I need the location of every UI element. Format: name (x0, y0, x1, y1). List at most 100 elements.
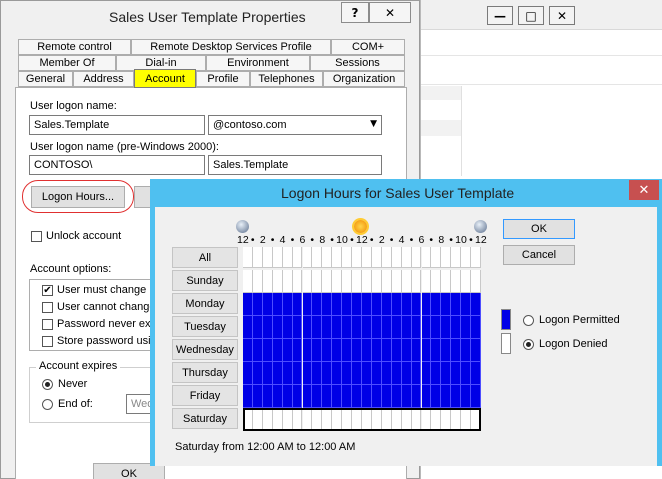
hour-cell[interactable] (252, 293, 263, 316)
hour-cell[interactable] (451, 270, 462, 293)
day-button-friday[interactable]: Friday (172, 385, 238, 406)
hour-cell[interactable] (262, 385, 273, 408)
pre2000-name-input[interactable]: Sales.Template (208, 155, 382, 175)
hour-cell[interactable] (421, 293, 432, 316)
hour-cell[interactable] (431, 293, 442, 316)
hour-cell[interactable] (391, 316, 402, 339)
hour-cell[interactable] (391, 270, 402, 293)
hour-cell[interactable] (243, 293, 253, 316)
hour-cell[interactable] (411, 316, 422, 339)
hour-cell[interactable] (461, 362, 472, 385)
hour-cell[interactable] (243, 339, 253, 362)
hour-cell[interactable] (451, 339, 462, 362)
hour-cell[interactable] (302, 316, 313, 339)
hour-cell[interactable] (471, 385, 481, 408)
hour-cell[interactable] (262, 293, 273, 316)
hour-cell[interactable] (421, 385, 432, 408)
hour-cell[interactable] (332, 316, 343, 339)
hour-cell[interactable] (282, 339, 293, 362)
hour-cell[interactable] (461, 339, 472, 362)
hour-cell[interactable] (441, 385, 452, 408)
option-checkbox[interactable]: ✔ (42, 285, 53, 296)
restore-button[interactable]: □ (518, 6, 544, 25)
hour-cell[interactable] (243, 270, 253, 293)
hour-cell[interactable] (342, 385, 353, 408)
ok-button[interactable]: OK (503, 219, 575, 239)
hour-cell[interactable] (411, 362, 422, 385)
hour-cell[interactable] (362, 293, 372, 316)
never-radio[interactable] (42, 379, 53, 390)
hour-column-button[interactable] (471, 247, 481, 268)
tab-member-of[interactable]: Member Of (18, 55, 116, 71)
hour-cell[interactable] (381, 293, 392, 316)
hour-cell[interactable] (272, 385, 283, 408)
hour-cell[interactable] (243, 385, 253, 408)
end-of-date-field[interactable]: Wed (126, 394, 153, 414)
hour-cell[interactable] (302, 339, 313, 362)
day-button-saturday[interactable]: Saturday (172, 408, 238, 429)
hour-cell[interactable] (322, 362, 333, 385)
hour-cell[interactable] (362, 316, 372, 339)
tab-telephones[interactable]: Telephones (250, 71, 323, 87)
hour-column-button[interactable] (371, 247, 382, 268)
hour-cell[interactable] (441, 316, 452, 339)
hour-cell[interactable] (411, 385, 422, 408)
end-of-radio[interactable] (42, 399, 53, 410)
tab-environment[interactable]: Environment (206, 55, 310, 71)
hour-cell[interactable] (282, 316, 293, 339)
hour-column-button[interactable] (461, 247, 472, 268)
hour-cell[interactable] (371, 362, 382, 385)
hour-column-button[interactable] (411, 247, 422, 268)
logon-name-input[interactable]: Sales.Template (29, 115, 205, 135)
hour-cell[interactable] (352, 293, 362, 316)
hour-cell[interactable] (282, 385, 293, 408)
hour-cell[interactable] (292, 270, 303, 293)
hour-cell[interactable] (451, 362, 462, 385)
hour-cell[interactable] (451, 293, 462, 316)
tab-remote-desktop-services-profile[interactable]: Remote Desktop Services Profile (131, 39, 331, 55)
option-checkbox[interactable] (42, 302, 53, 313)
tab-com-plus[interactable]: COM+ (331, 39, 405, 55)
hour-column-button[interactable] (332, 247, 343, 268)
tab-remote-control[interactable]: Remote control (18, 39, 131, 55)
hour-cell[interactable] (243, 362, 253, 385)
hour-cell[interactable] (252, 270, 263, 293)
hour-cell[interactable] (441, 293, 452, 316)
hour-cell[interactable] (252, 385, 263, 408)
hour-cell[interactable] (371, 316, 382, 339)
hour-cell[interactable] (262, 339, 273, 362)
all-button[interactable]: All (172, 247, 238, 268)
hour-cell[interactable] (332, 293, 343, 316)
tab-general[interactable]: General (18, 71, 73, 87)
hour-cell[interactable] (342, 316, 353, 339)
hour-cell[interactable] (322, 270, 333, 293)
hour-column-button[interactable] (312, 247, 323, 268)
hour-cell[interactable] (391, 385, 402, 408)
tab-address[interactable]: Address (73, 71, 134, 87)
hour-column-button[interactable] (243, 247, 253, 268)
hour-cell[interactable] (292, 385, 303, 408)
close-button[interactable]: ✕ (369, 2, 411, 23)
hour-column-button[interactable] (441, 247, 452, 268)
hour-cell[interactable] (381, 339, 392, 362)
hour-column-button[interactable] (421, 247, 432, 268)
hour-cell[interactable] (371, 339, 382, 362)
hour-cell[interactable] (441, 339, 452, 362)
day-button-wednesday[interactable]: Wednesday (172, 339, 238, 360)
hour-cell[interactable] (292, 339, 303, 362)
hour-cell[interactable] (431, 339, 442, 362)
hour-cell[interactable] (312, 385, 323, 408)
hour-cell[interactable] (411, 339, 422, 362)
option-checkbox[interactable] (42, 336, 53, 347)
hour-cell[interactable] (332, 385, 343, 408)
close-button[interactable]: ✕ (629, 180, 659, 200)
hour-cell[interactable] (272, 293, 283, 316)
hour-cell[interactable] (312, 362, 323, 385)
hour-cell[interactable] (322, 293, 333, 316)
hour-column-button[interactable] (451, 247, 462, 268)
hour-cell[interactable] (272, 316, 283, 339)
hour-cell[interactable] (282, 293, 293, 316)
hour-column-button[interactable] (272, 247, 283, 268)
hour-cell[interactable] (272, 362, 283, 385)
hour-cell[interactable] (471, 339, 481, 362)
